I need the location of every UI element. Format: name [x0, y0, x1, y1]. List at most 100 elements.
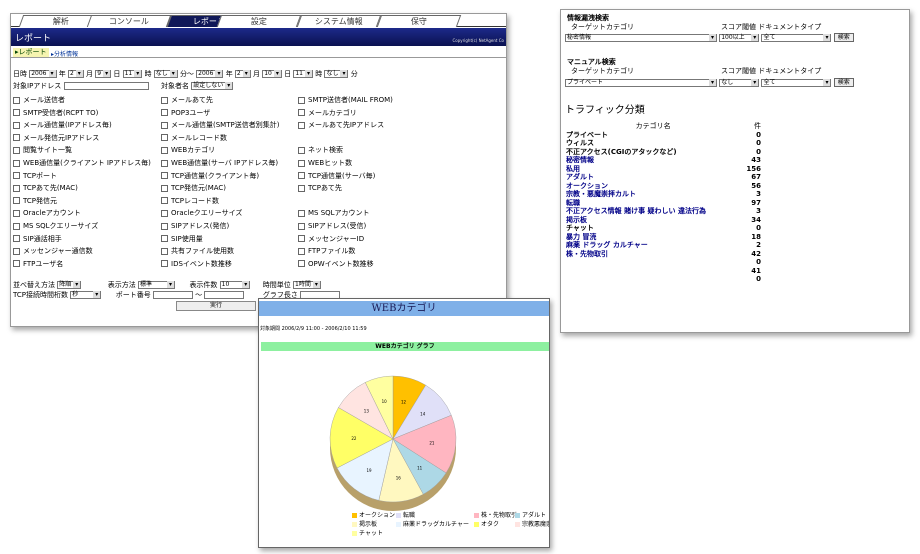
to-year-select[interactable]: 2006	[196, 70, 224, 78]
time-unit-select[interactable]: 1時間	[293, 281, 321, 289]
display-select[interactable]: 標準	[137, 281, 175, 289]
to-month-select[interactable]: 2	[234, 70, 251, 78]
manual-title: マニュアル検索	[567, 58, 616, 66]
report-item-checkbox[interactable]: メールあて先IPアドレス	[298, 121, 384, 130]
target-user-label: 対象者名	[161, 82, 189, 90]
category-name[interactable]: 暴力 冒涜	[565, 233, 741, 242]
tab-system-info[interactable]: システム情報	[296, 15, 382, 27]
report-item-checkbox[interactable]: TCP発信元	[13, 197, 57, 206]
report-item-checkbox[interactable]: IDSイベント数推移	[161, 260, 232, 269]
manual-score-select[interactable]: なし	[719, 78, 760, 87]
report-item-checkbox[interactable]: ネット検索	[298, 146, 343, 155]
info-search-button[interactable]: 検索	[833, 33, 854, 42]
target-user-select[interactable]: 設定しない	[191, 82, 234, 90]
category-name[interactable]: 株・先物取引	[565, 250, 741, 259]
report-item-checkbox[interactable]: SIPアドレス(受信)	[298, 222, 366, 231]
from-min-select[interactable]: なし	[153, 70, 178, 78]
category-name[interactable]: オークション	[565, 182, 741, 191]
tab-settings[interactable]: 設定	[216, 15, 302, 27]
target-ip-input[interactable]	[63, 82, 149, 90]
count-select[interactable]: 10	[219, 281, 251, 289]
report-item-checkbox[interactable]: Oracleアカウント	[13, 209, 81, 218]
manual-search-button[interactable]: 検索	[833, 78, 854, 87]
report-item-checkbox[interactable]: WEB通信量(クライアント IPアドレス毎)	[13, 159, 151, 168]
report-item-checkbox[interactable]: メール通信量(IPアドレス毎)	[13, 121, 112, 130]
report-item-checkbox[interactable]: 共有ファイル使用数	[161, 247, 234, 256]
report-item-checkbox[interactable]: メールあて先	[161, 96, 213, 105]
unit-label: 月	[252, 70, 260, 78]
from-day-select[interactable]: 9	[95, 70, 112, 78]
category-name[interactable]: 私用	[565, 165, 741, 174]
info-doc-select[interactable]: 全て	[761, 33, 832, 42]
manual-doc-select[interactable]: 全て	[761, 78, 832, 87]
from-month-select[interactable]: 2	[67, 70, 84, 78]
from-hour-select[interactable]: 11	[122, 70, 143, 78]
to-day-select[interactable]: 10	[262, 70, 282, 78]
traffic-heading: トラフィック分類	[565, 105, 645, 116]
crumb-report[interactable]: ▸レポート	[13, 48, 49, 57]
table-row: 暴力 冒涜 18	[565, 233, 762, 242]
report-item-checkbox[interactable]: メッセンジャーID	[298, 235, 364, 244]
to-min-select[interactable]: なし	[324, 70, 349, 78]
port-to-input[interactable]	[204, 291, 245, 299]
info-leak-labels: ターゲットカテゴリ	[571, 23, 634, 32]
category-name[interactable]: 宗教・悪魔崇拝カルト	[565, 190, 741, 199]
report-item-checkbox[interactable]: OPWイベント数推移	[298, 260, 374, 269]
report-item-checkbox[interactable]: TCPあて先(MAC)	[13, 184, 78, 193]
report-item-checkbox[interactable]: メール送信者	[13, 96, 65, 105]
tab-label: コンソール	[108, 17, 149, 26]
report-item-checkbox[interactable]: SMTP受信者(RCPT TO)	[13, 109, 98, 118]
report-item-checkbox[interactable]: メールレコード数	[161, 134, 227, 143]
info-leak-section: 情報漏洩検索	[567, 14, 609, 23]
tab-maintenance[interactable]: 保守	[376, 15, 462, 27]
slice-label: 13	[364, 408, 370, 413]
from-year-select[interactable]: 2006	[29, 70, 57, 78]
report-item-checkbox[interactable]: TCPあて先	[298, 184, 342, 193]
report-item-checkbox[interactable]: TCP通信量(サーバ毎)	[298, 172, 375, 181]
table-row: ウィルス 0	[565, 139, 762, 148]
report-item-checkbox[interactable]: SIP通話相手	[13, 235, 62, 244]
run-button[interactable]: 実行	[176, 301, 256, 311]
category-name[interactable]: アダルト	[565, 173, 741, 182]
tcp-time-select[interactable]: 秒	[70, 291, 102, 299]
report-item-checkbox[interactable]: SIP使用量	[161, 235, 203, 244]
report-item-checkbox[interactable]: SMTP送信者(MAIL FROM)	[298, 96, 393, 105]
report-item-checkbox[interactable]: FTPユーザ名	[13, 260, 63, 269]
report-item-checkbox[interactable]: WEBヒット数	[298, 159, 352, 168]
report-item-checkbox[interactable]: 閲覧サイト一覧	[13, 146, 72, 155]
report-item-checkbox[interactable]: MS SQLアカウント	[298, 209, 370, 218]
traffic-window: 情報漏洩検索 ターゲットカテゴリ スコア閾値 ドキュメントタイプ 秘密情報 10…	[560, 9, 910, 333]
category-name[interactable]: 掲示板	[565, 216, 741, 225]
category-name[interactable]: 不正アクセス情報 賭け事 疑わしい 違法行為	[565, 207, 741, 216]
info-leak-controls: 秘密情報 100以上 全て 検索	[565, 33, 854, 43]
sort-select[interactable]: 降順	[57, 281, 82, 289]
report-item-checkbox[interactable]: TCP発信元(MAC)	[161, 184, 226, 193]
category-name[interactable]: 秘密情報	[565, 156, 741, 165]
legend-swatch	[352, 513, 357, 518]
report-item-checkbox[interactable]: WEB通信量(サーバ IPアドレス毎)	[161, 159, 278, 168]
report-item-checkbox[interactable]: Oracleクエリーサイズ	[161, 209, 242, 218]
to-hour-select[interactable]: 11	[293, 70, 313, 78]
tcp-time-label: TCP接続時間桁数	[13, 291, 68, 299]
report-item-checkbox[interactable]: FTPファイル数	[298, 247, 355, 256]
info-score-select[interactable]: 100以上	[719, 33, 760, 42]
tab-console[interactable]: コンソール	[86, 15, 172, 27]
report-item-checkbox[interactable]: メールカテゴリ	[298, 109, 357, 118]
report-item-checkbox[interactable]: TCPポート	[13, 172, 57, 181]
report-item-checkbox[interactable]: メッセンジャー通信数	[13, 247, 93, 256]
port-from-input[interactable]	[152, 291, 193, 299]
legend-label: チャット	[359, 530, 383, 537]
report-item-checkbox[interactable]: TCPレコード数	[161, 197, 219, 206]
report-item-checkbox[interactable]: メール通信量(SMTP送信者別集計)	[161, 121, 279, 130]
report-item-checkbox[interactable]: WEBカテゴリ	[161, 146, 215, 155]
report-item-checkbox[interactable]: POP3ユーザ	[161, 109, 210, 118]
report-item-checkbox[interactable]: MS SQLクエリーサイズ	[13, 222, 98, 231]
category-name[interactable]: 転職	[565, 199, 741, 208]
manual-category-select[interactable]: プライベート	[565, 78, 717, 87]
report-item-checkbox[interactable]: TCP通信量(クライアント毎)	[161, 172, 259, 181]
report-item-checkbox[interactable]: SIPアドレス(発信)	[161, 222, 229, 231]
report-item-checkbox[interactable]: メール発信元IPアドレス	[13, 134, 99, 143]
category-name[interactable]: 麻薬 ドラッグ カルチャー	[565, 241, 741, 250]
info-category-select[interactable]: 秘密情報	[565, 33, 717, 42]
crumb-analysis[interactable]: ▸分析情報	[51, 49, 78, 58]
